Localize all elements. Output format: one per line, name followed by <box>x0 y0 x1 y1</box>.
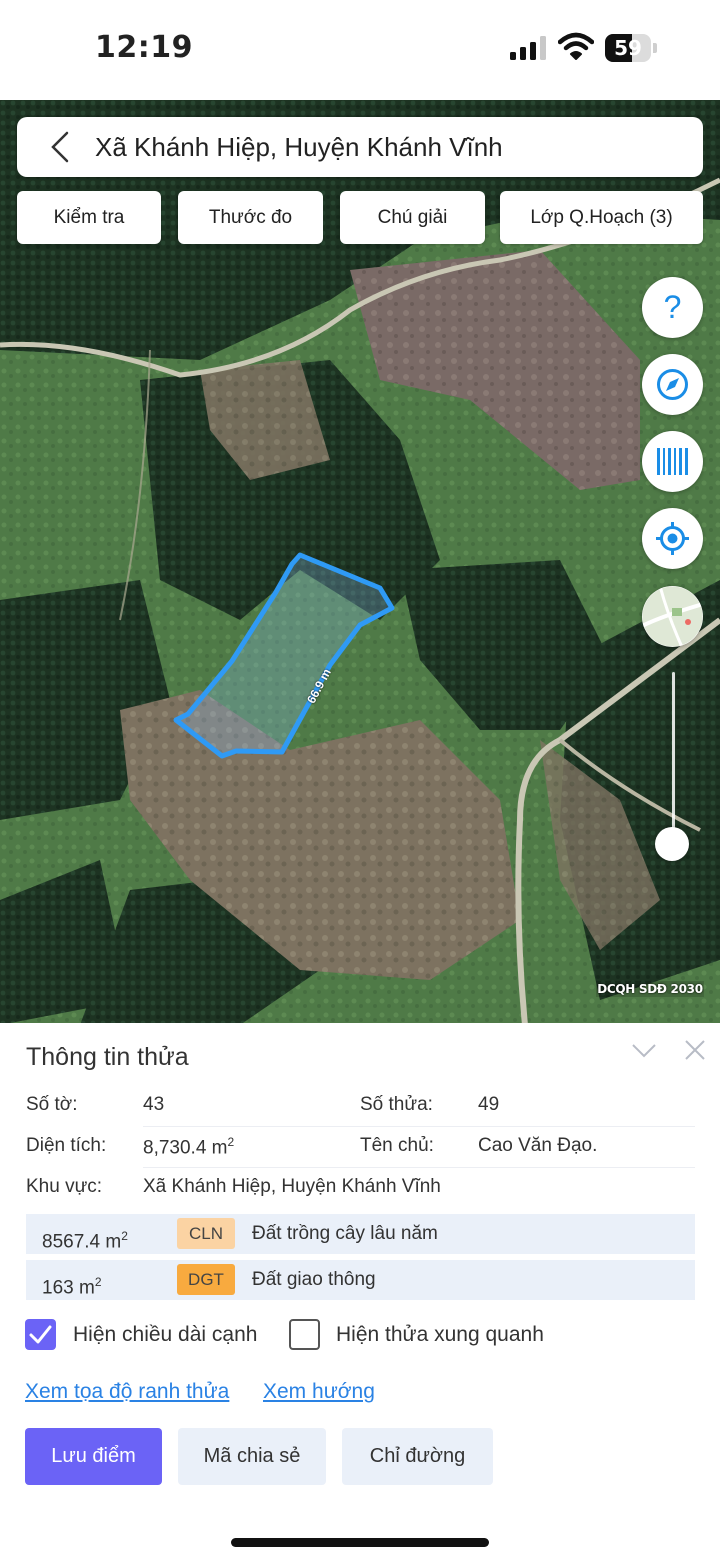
area-value: 8,730.4 m2 <box>143 1135 235 1159</box>
wifi-icon <box>557 32 595 60</box>
home-indicator[interactable] <box>231 1538 489 1547</box>
share-code-button[interactable]: Mã chia sẻ <box>178 1428 326 1485</box>
svg-text:?: ? <box>664 289 682 325</box>
land-use-area: 163 m2 <box>42 1275 102 1299</box>
checkmark-icon <box>29 1325 52 1344</box>
layers-thumbnail-icon[interactable] <box>642 586 703 647</box>
land-use-area: 8567.4 m2 <box>42 1229 128 1253</box>
app-screen: 12:19 59 66.9 m Xã Khánh Hiệp, Huyện Khá… <box>0 0 720 1560</box>
show-edge-length-label[interactable]: Hiện chiều dài cạnh <box>73 1323 257 1347</box>
show-edge-length-checkbox[interactable] <box>25 1319 56 1350</box>
search-bar[interactable]: Xã Khánh Hiệp, Huyện Khánh Vĩnh <box>17 117 703 177</box>
status-bar: 12:19 59 <box>0 0 720 100</box>
owner-label: Tên chủ: <box>360 1135 434 1156</box>
battery-icon: 59 <box>605 34 657 62</box>
legend-button[interactable]: Chú giải <box>340 191 485 244</box>
region-label: Khu vực: <box>26 1176 103 1197</box>
directions-button[interactable]: Chỉ đường <box>342 1428 493 1485</box>
view-boundary-coords-link[interactable]: Xem tọa độ ranh thửa <box>25 1380 229 1404</box>
compass-icon[interactable] <box>642 354 703 415</box>
chevron-down-icon[interactable] <box>631 1041 657 1061</box>
parcel-number-value: 49 <box>478 1094 500 1115</box>
owner-value: Cao Văn Đạo. <box>478 1135 598 1156</box>
planning-layers-button[interactable]: Lớp Q.Hoạch (3) <box>500 191 703 244</box>
show-neighbors-label[interactable]: Hiện thửa xung quanh <box>336 1323 544 1347</box>
zoom-slider-thumb[interactable] <box>655 827 689 861</box>
close-icon[interactable] <box>684 1039 706 1061</box>
status-time: 12:19 <box>95 30 193 65</box>
land-use-row: 8567.4 m2 CLN Đất trồng cây lâu năm <box>26 1214 695 1254</box>
location-title: Xã Khánh Hiệp, Huyện Khánh Vĩnh <box>95 132 503 162</box>
land-use-code-badge: CLN <box>177 1218 235 1249</box>
area-label: Diện tích: <box>26 1135 107 1156</box>
panel-title: Thông tin thửa <box>26 1043 189 1071</box>
land-use-name: Đất giao thông <box>252 1269 376 1290</box>
ruler-button[interactable]: Thước đo <box>178 191 323 244</box>
locate-icon[interactable] <box>642 508 703 569</box>
land-use-row: 163 m2 DGT Đất giao thông <box>26 1260 695 1300</box>
show-neighbors-checkbox[interactable] <box>289 1319 320 1350</box>
region-value: Xã Khánh Hiệp, Huyện Khánh Vĩnh <box>143 1176 441 1197</box>
map-watermark: DCQH SDĐ 2030 <box>596 981 704 997</box>
sheet-number-value: 43 <box>143 1094 165 1115</box>
divider <box>143 1167 695 1168</box>
land-use-code-badge: DGT <box>177 1264 235 1295</box>
save-point-button[interactable]: Lưu điểm <box>25 1428 162 1485</box>
divider <box>143 1126 695 1127</box>
land-use-name: Đất trồng cây lâu năm <box>252 1223 438 1244</box>
parcel-number-label: Số thửa: <box>360 1094 433 1115</box>
chevron-left-icon[interactable] <box>47 131 77 163</box>
help-icon[interactable]: ? <box>642 277 703 338</box>
cellular-signal-icon <box>510 36 546 60</box>
sheet-number-label: Số tờ: <box>26 1094 78 1115</box>
zoom-slider-track[interactable] <box>672 672 675 842</box>
view-direction-link[interactable]: Xem hướng <box>263 1380 375 1404</box>
barcode-icon[interactable] <box>642 431 703 492</box>
battery-level: 59 <box>614 36 642 60</box>
check-button[interactable]: Kiểm tra <box>17 191 161 244</box>
